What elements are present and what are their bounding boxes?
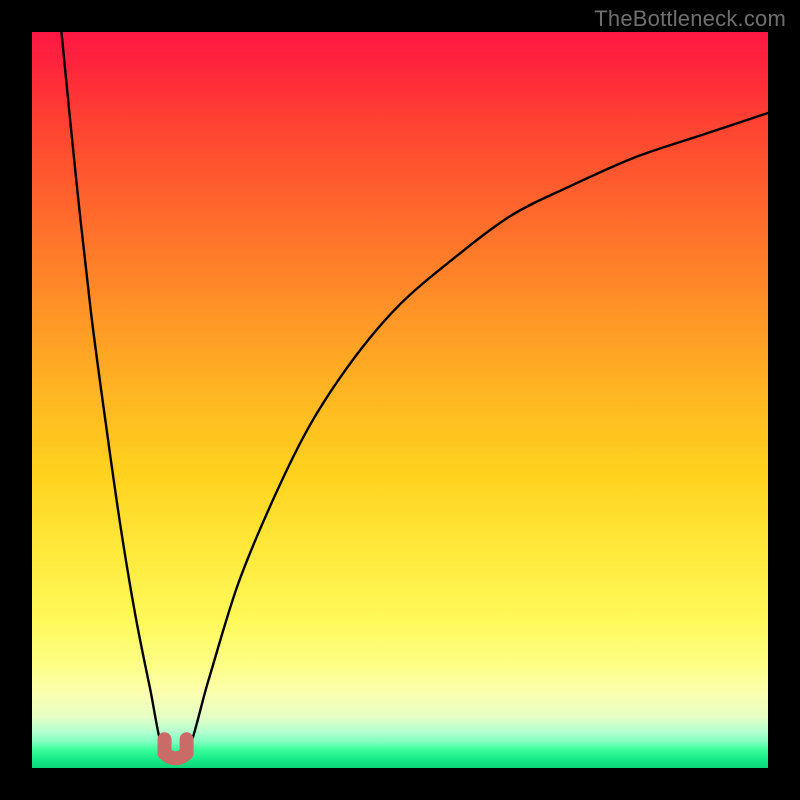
minimum-marker: [165, 739, 187, 758]
chart-plot-area: [32, 32, 768, 768]
bottleneck-curve: [61, 32, 768, 762]
watermark-text: TheBottleneck.com: [594, 6, 786, 32]
chart-frame: TheBottleneck.com: [0, 0, 800, 800]
curve-layer: [32, 32, 768, 768]
